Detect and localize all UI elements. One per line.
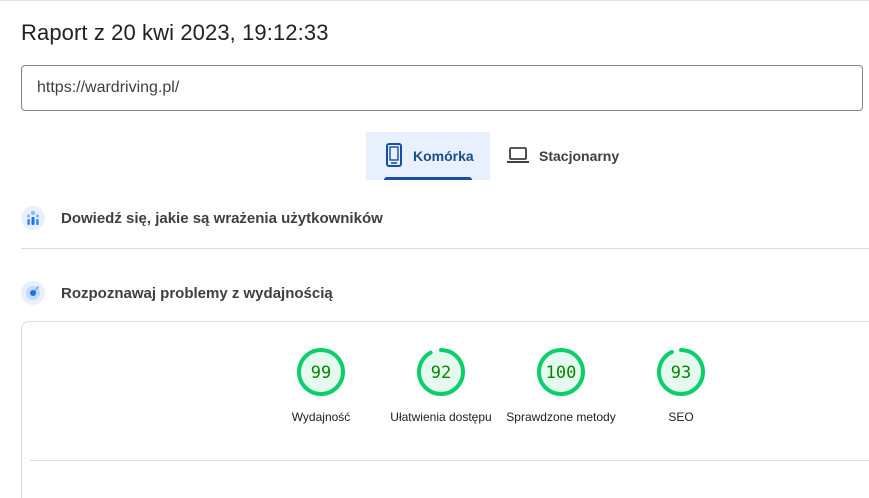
score-label: SEO [668,410,694,424]
score-gauge-performance[interactable]: 99 Wydajność [261,346,381,427]
score-value: 100 [546,363,577,383]
field-data-section[interactable]: Dowiedź się, jakie są wrażenia użytkowni… [21,206,383,230]
score-value: 99 [311,363,331,383]
tab-desktop[interactable]: Stacjonarny [506,132,636,180]
section-divider [21,248,869,249]
tab-mobile-label: Komórka [413,148,474,164]
report-page: Raport z 20 kwi 2023, 19:12:33 https://w… [0,0,869,498]
report-title: Raport z 20 kwi 2023, 19:12:33 [21,20,329,45]
score-label: Sprawdzone metody [506,410,616,424]
active-tab-indicator [384,177,472,180]
score-label: Wydajność [291,410,351,424]
tab-mobile[interactable]: Komórka [366,132,490,180]
gauge-ring: 99 [297,348,345,396]
lab-data-label: Rozpoznawaj problemy z wydajnością [61,284,333,302]
score-gauge-seo[interactable]: 93 SEO [621,346,741,427]
smartphone-icon [385,142,403,170]
scores-card: 99 Wydajność 92 Ułatwienia dostępu 100 S… [21,321,869,498]
performance-diagnose-icon [21,281,45,305]
lab-data-section[interactable]: Rozpoznawaj problemy z wydajnością [21,281,333,305]
score-value: 93 [671,363,691,383]
gauge-ring: 92 [417,348,465,396]
url-input[interactable]: https://wardriving.pl/ [21,65,863,111]
card-divider [30,460,869,461]
field-data-label: Dowiedź się, jakie są wrażenia użytkowni… [61,209,383,227]
score-value: 92 [431,363,451,383]
top-divider [0,0,869,1]
laptop-icon [507,146,529,167]
url-input-value[interactable]: https://wardriving.pl/ [37,79,179,97]
gauge-ring: 100 [537,348,585,396]
users-experience-icon [21,206,45,230]
tab-desktop-label: Stacjonarny [539,148,620,164]
score-label: Ułatwienia dostępu [390,410,492,424]
score-gauge-best-practices[interactable]: 100 Sprawdzone metody [501,346,621,427]
score-gauge-accessibility[interactable]: 92 Ułatwienia dostępu [381,346,501,427]
gauge-ring: 93 [657,348,705,396]
